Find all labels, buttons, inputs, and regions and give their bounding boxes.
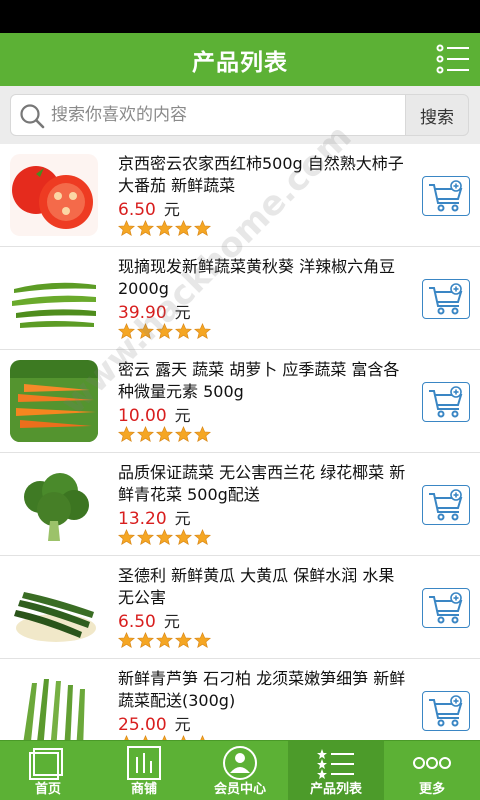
star-icon [175, 426, 192, 443]
star-icon [156, 323, 173, 340]
shop-icon [127, 746, 161, 780]
price-row: 39.90 元 [118, 299, 191, 323]
cart-icon [429, 386, 463, 418]
product-item[interactable]: 圣德利 新鲜黄瓜 大黄瓜 保鲜水润 水果 无公害 6.50 元 [0, 556, 480, 659]
bottom-tab-bar: 首页 商铺 会员中心 产品列表 更多 [0, 740, 480, 800]
star-icon [175, 632, 192, 649]
home-icon [29, 748, 63, 780]
star-icon [156, 632, 173, 649]
product-name: 品质保证蔬菜 无公害西兰花 绿花椰菜 新鲜青花菜 500g配送 [118, 463, 406, 504]
product-name: 京西密云农家西红柿500g 自然熟大柿子大番茄 新鲜蔬菜 [118, 154, 404, 195]
product-price: 6.50 [118, 612, 156, 632]
product-price: 25.00 [118, 715, 167, 735]
price-row: 25.00 元 [118, 711, 191, 735]
star-icon [156, 529, 173, 546]
product-image-carrot [10, 360, 98, 442]
product-image-cucumber [10, 566, 98, 648]
rating-stars [118, 426, 211, 443]
product-price: 39.90 [118, 303, 167, 323]
status-bar [0, 0, 480, 33]
star-icon [118, 529, 135, 546]
star-icon [137, 426, 154, 443]
add-to-cart-button[interactable] [422, 485, 470, 525]
product-item[interactable]: 新鲜青芦笋 石刁柏 龙须菜嫩笋细笋 新鲜蔬菜配送(300g) 25.00 元 [0, 659, 480, 740]
currency-unit: 元 [163, 200, 180, 219]
price-row: 13.20 元 [118, 505, 191, 529]
star-icon [194, 632, 211, 649]
star-icon [194, 426, 211, 443]
rating-stars [118, 529, 211, 546]
star-icon [194, 529, 211, 546]
price-row: 6.50 元 [118, 608, 180, 632]
product-list: 京西密云农家西红柿500g 自然熟大柿子大番茄 新鲜蔬菜 6.50 元 现摘现发新… [0, 144, 480, 740]
search-icon [20, 104, 45, 129]
star-icon [118, 632, 135, 649]
tab-member-center[interactable]: 会员中心 [192, 741, 288, 800]
cart-icon [429, 592, 463, 624]
tab-home[interactable]: 首页 [0, 741, 96, 800]
product-image-okra [10, 257, 98, 339]
star-icon [156, 426, 173, 443]
star-icon [137, 323, 154, 340]
currency-unit: 元 [174, 509, 191, 528]
star-icon [156, 220, 173, 237]
add-to-cart-button[interactable] [422, 382, 470, 422]
product-list-icon [317, 749, 354, 779]
tab-shop[interactable]: 商铺 [96, 741, 192, 800]
product-item[interactable]: 京西密云农家西红柿500g 自然熟大柿子大番茄 新鲜蔬菜 6.50 元 [0, 144, 480, 247]
product-price: 6.50 [118, 200, 156, 220]
rating-stars [118, 632, 211, 649]
currency-unit: 元 [163, 612, 180, 631]
rating-stars [118, 220, 211, 237]
member-icon [223, 746, 257, 780]
cart-icon [429, 283, 463, 315]
star-icon [175, 529, 192, 546]
product-name: 新鲜青芦笋 石刁柏 龙须菜嫩笋细笋 新鲜蔬菜配送(300g) [118, 669, 406, 710]
product-item[interactable]: 品质保证蔬菜 无公害西兰花 绿花椰菜 新鲜青花菜 500g配送 13.20 元 [0, 453, 480, 556]
product-name: 密云 露天 蔬菜 胡萝卜 应季蔬菜 富含各种微量元素 500g [118, 360, 400, 401]
add-to-cart-button[interactable] [422, 588, 470, 628]
product-image-tomato [10, 154, 98, 236]
app-header: 产品列表 [0, 33, 480, 86]
cart-icon [429, 695, 463, 727]
currency-unit: 元 [174, 303, 191, 322]
star-icon [194, 323, 211, 340]
tab-more[interactable]: 更多 [384, 741, 480, 800]
star-icon [118, 426, 135, 443]
add-to-cart-button[interactable] [422, 279, 470, 319]
add-to-cart-button[interactable] [422, 176, 470, 216]
search-input[interactable] [51, 101, 391, 129]
search-button[interactable]: 搜索 [406, 94, 469, 136]
star-icon [175, 323, 192, 340]
list-menu-icon[interactable] [436, 43, 470, 75]
star-icon [194, 220, 211, 237]
product-name: 圣德利 新鲜黄瓜 大黄瓜 保鲜水润 水果 无公害 [118, 566, 395, 607]
add-to-cart-button[interactable] [422, 691, 470, 731]
product-item[interactable]: 密云 露天 蔬菜 胡萝卜 应季蔬菜 富含各种微量元素 500g 10.00 元 [0, 350, 480, 453]
product-item[interactable]: 现摘现发新鲜蔬菜黄秋葵 洋辣椒六角豆2000g 39.90 元 [0, 247, 480, 350]
star-icon [137, 632, 154, 649]
star-icon [175, 220, 192, 237]
page-title: 产品列表 [192, 49, 288, 76]
tab-product-list[interactable]: 产品列表 [288, 741, 384, 800]
search-box [10, 94, 406, 136]
product-price: 13.20 [118, 509, 167, 529]
currency-unit: 元 [174, 715, 191, 734]
product-price: 10.00 [118, 406, 167, 426]
price-row: 10.00 元 [118, 402, 191, 426]
product-image-asparagus [10, 669, 98, 740]
product-name: 现摘现发新鲜蔬菜黄秋葵 洋辣椒六角豆2000g [118, 257, 396, 298]
currency-unit: 元 [174, 406, 191, 425]
search-bar: 搜索 [0, 86, 480, 144]
star-icon [137, 220, 154, 237]
star-icon [137, 529, 154, 546]
price-row: 6.50 元 [118, 196, 180, 220]
cart-icon [429, 489, 463, 521]
more-icon [413, 757, 451, 769]
star-icon [118, 323, 135, 340]
cart-icon [429, 180, 463, 212]
star-icon [118, 220, 135, 237]
rating-stars [118, 323, 211, 340]
product-image-broccoli [10, 463, 98, 545]
